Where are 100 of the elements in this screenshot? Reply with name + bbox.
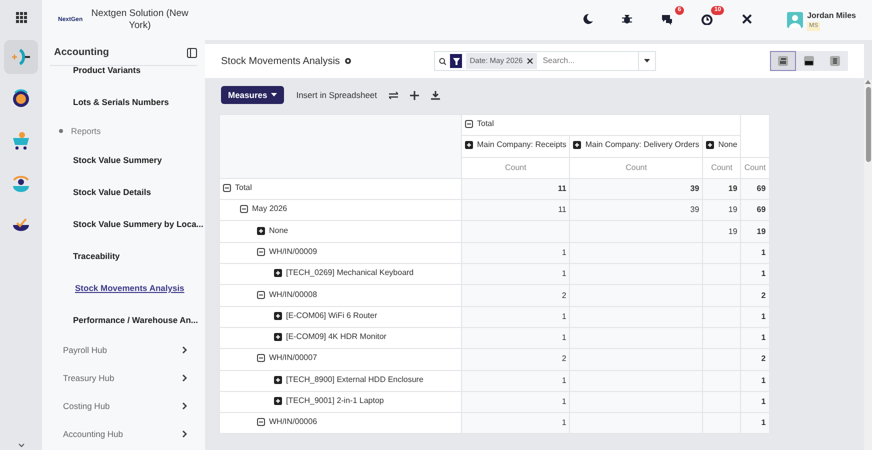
caret-down-icon <box>271 93 278 97</box>
expand-icon <box>274 397 282 405</box>
expand-icon <box>274 376 282 384</box>
bug-icon <box>621 12 634 25</box>
value-cell: 69 <box>740 178 770 200</box>
value-cell: 11 <box>462 200 570 221</box>
cart-app-icon <box>11 131 31 151</box>
row-header[interactable]: Total <box>220 178 462 200</box>
insert-spreadsheet-button[interactable]: Insert in Spreadsheet <box>292 86 382 104</box>
value-cell: 39 <box>570 200 703 221</box>
pivot-header[interactable]: Total <box>462 114 741 136</box>
menu-item[interactable]: Traceability <box>42 240 120 272</box>
row-header[interactable]: WH/IN/00007 <box>220 348 462 370</box>
pivot-header[interactable]: Main Company: Delivery Orders <box>570 136 703 158</box>
value-cell: 2 <box>462 284 570 306</box>
measures-button[interactable]: Measures <box>221 86 284 104</box>
value-cell: 1 <box>740 391 770 413</box>
chevron-right-icon <box>182 402 187 410</box>
value-cell: 19 <box>702 200 741 221</box>
chevron-down-icon[interactable] <box>18 443 24 448</box>
money-app-icon <box>11 89 31 109</box>
collapse-icon <box>465 120 473 128</box>
menu-item[interactable]: Stock Value Summery <box>42 144 162 176</box>
row-header[interactable]: [E-COM09] 4K HDR Monitor <box>220 327 462 349</box>
chevron-right-icon <box>182 374 187 382</box>
scroll-up-icon[interactable] <box>865 80 871 84</box>
accounting-app-icon <box>11 47 31 67</box>
row-header[interactable]: [TECH_0269] Mechanical Keyboard <box>220 264 462 285</box>
row-header[interactable]: [E-COM06] WiFi 6 Router <box>220 306 462 328</box>
pivot-view-icon <box>778 56 788 66</box>
view-switch-button[interactable] <box>796 51 822 71</box>
user-name: Jordan Miles <box>807 10 856 22</box>
menu-item[interactable]: Accounting Hub <box>42 420 205 448</box>
row-header[interactable]: WH/IN/00006 <box>220 412 462 434</box>
menu-item[interactable]: Costing Hub <box>42 392 205 420</box>
apps-menu-icon[interactable] <box>16 12 26 23</box>
value-cell: 1 <box>462 306 570 328</box>
value-cell: 1 <box>462 327 570 349</box>
menu-item[interactable]: Stock Movements Analysis <box>42 272 184 304</box>
row-header[interactable]: WH/IN/00009 <box>220 242 462 264</box>
sidebar-title: Accounting <box>54 46 109 60</box>
measure-header[interactable]: Count <box>740 157 770 178</box>
collapse-icon <box>257 418 265 426</box>
clock-icon <box>701 12 714 25</box>
value-cell: 1 <box>740 264 770 285</box>
list-view-icon <box>830 56 840 66</box>
pivot-header[interactable]: Main Company: Receipts <box>462 136 570 158</box>
value-cell: 1 <box>462 391 570 413</box>
row-header[interactable]: WH/IN/00008 <box>220 284 462 306</box>
avatar-icon <box>787 12 804 28</box>
value-cell: 1 <box>740 412 770 434</box>
menu-item[interactable]: Stock Value Summery by Loca... <box>42 208 204 240</box>
measure-header[interactable]: Count <box>702 157 741 178</box>
value-cell: 2 <box>740 348 770 370</box>
pivot-header[interactable]: None <box>702 136 741 158</box>
value-cell: 1 <box>462 412 570 434</box>
value-cell: 19 <box>702 220 741 242</box>
value-cell: 19 <box>740 220 770 242</box>
value-cell: 1 <box>462 370 570 392</box>
section-label: Reports <box>71 124 101 138</box>
bullet-icon <box>59 129 63 133</box>
expand-icon <box>257 226 265 235</box>
value-cell: 69 <box>740 200 770 221</box>
flip-axis-icon <box>389 90 398 100</box>
value-cell: 1 <box>740 327 770 349</box>
collapse-icon <box>257 354 265 362</box>
menu-item[interactable]: Stock Value Details <box>42 176 151 208</box>
expand-icon <box>573 141 582 150</box>
chat-icon <box>661 12 674 25</box>
graph-view-icon <box>804 56 814 66</box>
value-cell: 1 <box>740 306 770 328</box>
caret-down-icon[interactable] <box>644 59 650 63</box>
value-cell: 1 <box>462 264 570 285</box>
view-switch-button[interactable] <box>822 51 848 71</box>
expand-icon <box>274 269 282 278</box>
dark-mode-icon <box>581 12 594 25</box>
scrollbar-thumb[interactable] <box>866 87 870 162</box>
row-header[interactable]: [TECH_9001] 2-in-1 Laptop <box>220 391 462 413</box>
value-cell: 11 <box>462 178 570 200</box>
menu-item[interactable]: Lots & Serials Numbers <box>42 86 169 118</box>
menu-item[interactable]: Performance / Warehouse An... <box>42 304 198 336</box>
gear-icon[interactable] <box>344 57 352 65</box>
row-header[interactable]: None <box>220 220 462 242</box>
download-icon <box>431 90 440 100</box>
measure-header[interactable]: Count <box>462 157 570 178</box>
close-icon[interactable] <box>526 58 533 64</box>
menu-item[interactable]: Payroll Hub <box>42 336 205 364</box>
eye-app-icon <box>11 173 31 193</box>
value-cell: 1 <box>740 242 770 264</box>
filter-icon <box>452 58 460 64</box>
expand-icon <box>706 141 714 150</box>
row-header[interactable]: May 2026 <box>220 200 462 221</box>
menu-item[interactable]: Treasury Hub <box>42 364 205 392</box>
search-icon <box>439 56 446 66</box>
view-switch-button[interactable] <box>770 51 796 71</box>
measure-header[interactable]: Count <box>570 157 703 178</box>
row-header[interactable]: [TECH_8900] External HDD Enclosure <box>220 370 462 392</box>
collapse-icon <box>240 205 248 214</box>
sidebar-toggle-icon[interactable] <box>187 48 197 58</box>
collapse-icon <box>257 248 265 256</box>
